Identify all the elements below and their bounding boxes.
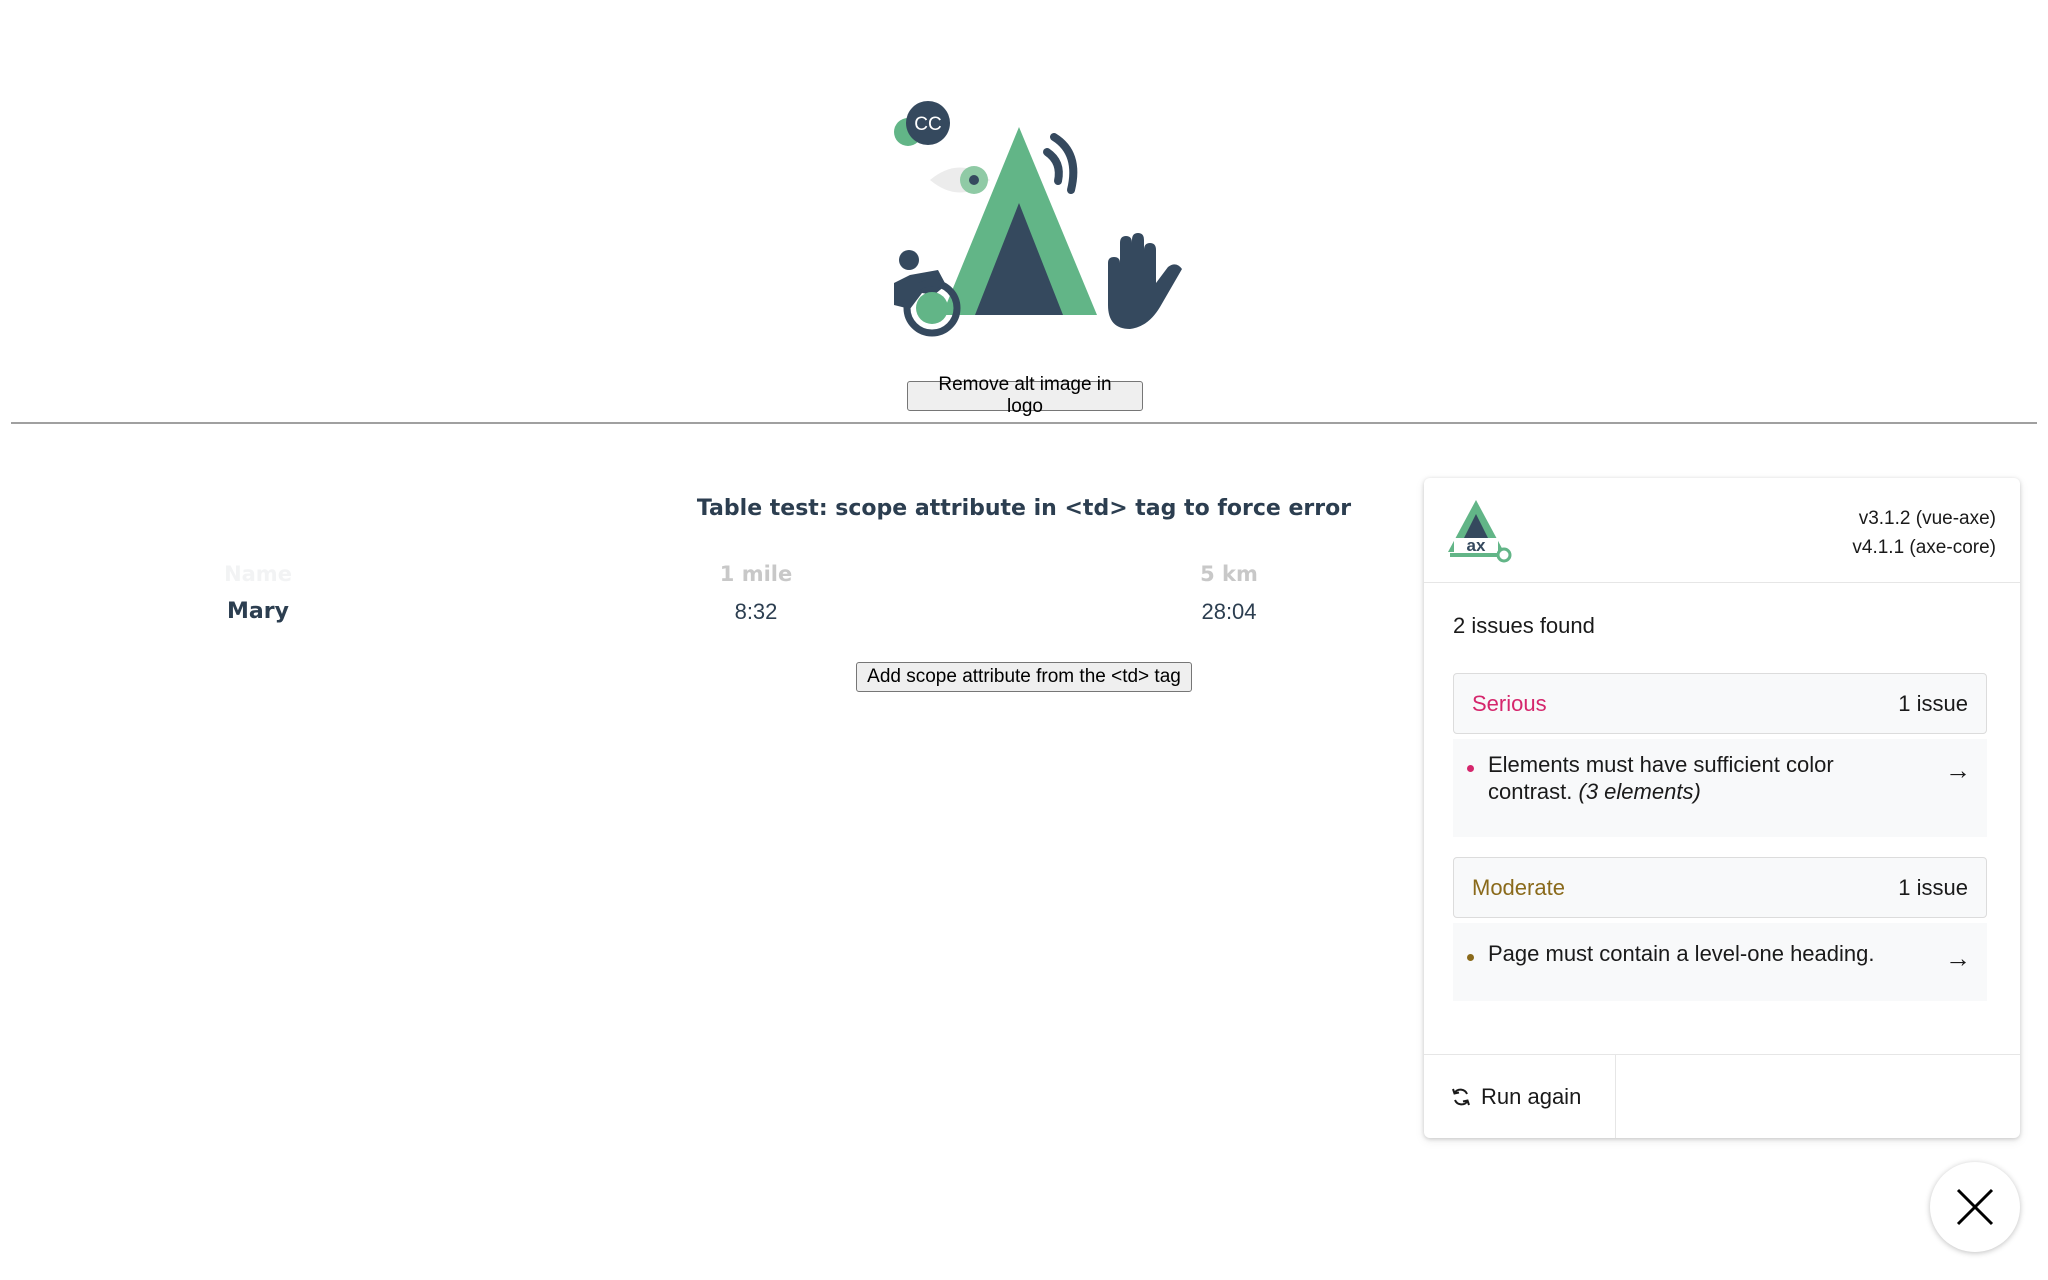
impact-label-moderate: Moderate xyxy=(1472,874,1565,900)
bullet-icon xyxy=(1467,954,1474,961)
table-header-km: 5 km xyxy=(1200,562,1258,586)
bullet-icon xyxy=(1467,765,1474,772)
impact-count-serious: 1 issue xyxy=(1898,690,1968,716)
moderate-group-header[interactable]: Moderate 1 issue xyxy=(1453,857,1987,918)
wheelchair-icon xyxy=(899,250,919,270)
version-info: v3.1.2 (vue-axe) v4.1.1 (axe-core) xyxy=(1852,504,1996,562)
issue-text: Page must contain a level-one heading. xyxy=(1488,941,1875,966)
issues-summary: 2 issues found xyxy=(1453,613,1595,638)
issue-note: (3 elements) xyxy=(1578,779,1701,804)
accessibility-logo-graphic: CC xyxy=(894,101,1182,337)
issue-text: Elements must have sufficient color cont… xyxy=(1488,752,1834,804)
table-header-name: Name xyxy=(224,562,292,586)
axe-report-panel: ax v3.1.2 (vue-axe) v4.1.1 (axe-core) 2 … xyxy=(1424,478,2020,1138)
panel-footer: Run again xyxy=(1424,1054,2020,1138)
table-cell-name: Mary xyxy=(227,599,289,624)
divider xyxy=(11,422,2037,424)
panel-header: ax v3.1.2 (vue-axe) v4.1.1 (axe-core) xyxy=(1424,478,2020,583)
vue-axe-version: v3.1.2 (vue-axe) xyxy=(1858,508,1996,529)
add-scope-attribute-button[interactable]: Add scope attribute from the <td> tag xyxy=(856,662,1192,692)
close-icon xyxy=(1956,1188,1994,1226)
run-again-label: Run again xyxy=(1481,1083,1582,1109)
axe-logo-text: ax xyxy=(1467,536,1486,555)
impact-label-serious: Serious xyxy=(1472,690,1547,716)
accessibility-logo: CC xyxy=(890,95,1190,345)
remove-alt-image-button[interactable]: Remove alt image in logo xyxy=(907,374,1143,417)
arrow-right-icon: → xyxy=(1945,755,1971,785)
wave-icon xyxy=(1043,148,1063,185)
table-cell-km: 28:04 xyxy=(1201,599,1257,624)
axe-logo-icon: ax xyxy=(1448,500,1512,563)
arrow-right-icon: → xyxy=(1945,943,1971,973)
axe-core-version: v4.1.1 (axe-core) xyxy=(1852,537,1996,558)
issue-item-level-one-heading[interactable]: Page must contain a level-one heading. → xyxy=(1453,923,1987,1001)
impact-count-moderate: 1 issue xyxy=(1898,874,1968,900)
issue-item-color-contrast[interactable]: Elements must have sufficient color cont… xyxy=(1453,739,1987,837)
close-panel-button[interactable] xyxy=(1930,1162,2020,1252)
refresh-icon xyxy=(1452,1088,1470,1105)
hand-icon xyxy=(1108,233,1182,329)
serious-group-header[interactable]: Serious 1 issue xyxy=(1453,673,1987,734)
table-cell-mile: 8:32 xyxy=(734,599,778,624)
table-header-mile: 1 mile xyxy=(719,562,793,586)
cc-badge-text: CC xyxy=(914,114,941,135)
run-again-button[interactable]: Run again xyxy=(1424,1055,1616,1138)
